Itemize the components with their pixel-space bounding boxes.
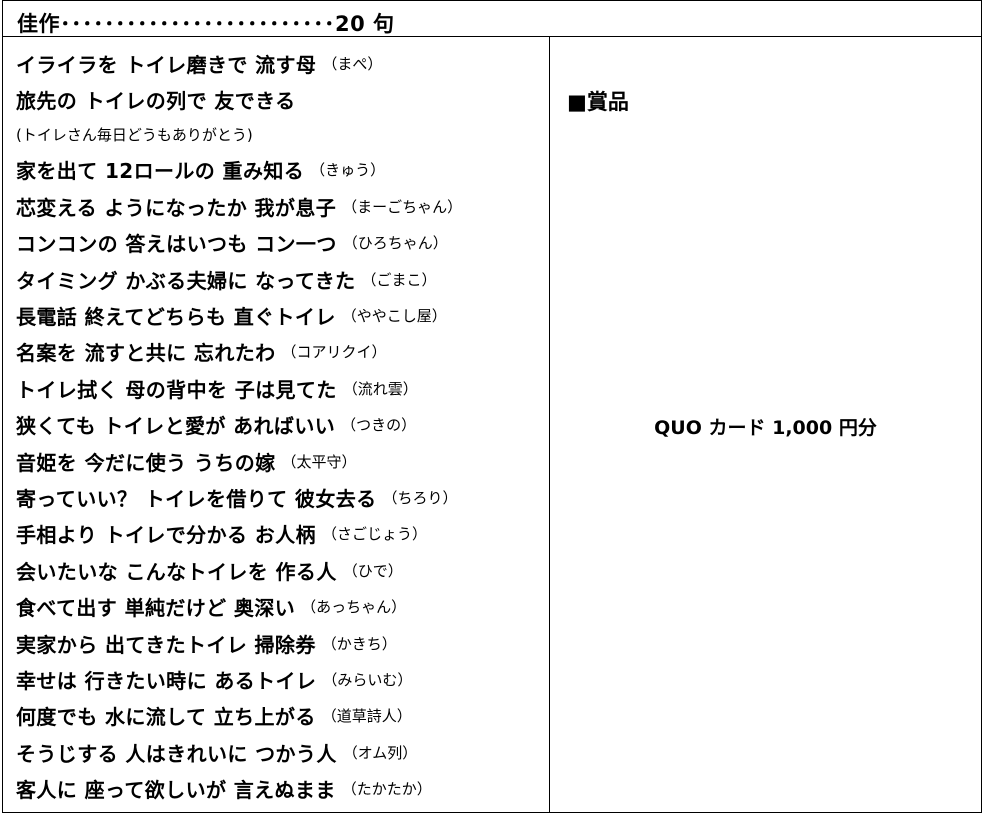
poem-author: （ごまこ） [361, 270, 437, 289]
poem-text: 手相より トイレで分かる お人柄 [16, 523, 316, 548]
poem-entry: 何度でも 水に流して 立ち上がる （道草詩人） [16, 698, 546, 734]
category-title: 佳作･････････････････････････20 句 [17, 12, 395, 36]
poem-entry: イライラを トイレ磨きで 流す母 （まぺ） [16, 45, 546, 81]
poem-entry: 狭くても トイレと愛が あればいい （つきの） [16, 407, 546, 443]
prize-heading: ■賞品 [567, 90, 629, 114]
poem-author: （ややこし屋） [341, 307, 447, 326]
poem-text: 幸せは 行きたい時に あるトイレ [16, 668, 317, 693]
poem-entry: 家を出て 12ロールの 重み知る （きゅう） [16, 152, 546, 188]
poem-entry: 芯変える ようになったか 我が息子 （まーごちゃん） [16, 188, 546, 224]
poem-entry: コンコンの 答えはいつも コン一つ （ひろちゃん） [16, 225, 546, 261]
poem-author: （コアリクイ） [281, 343, 387, 362]
poem-note-text: (トイレさん毎日どうもありがとう) [16, 126, 253, 145]
poem-author: （オム列） [342, 743, 418, 762]
poem-author: （流れ雲） [342, 379, 418, 398]
poem-text: トイレ拭く 母の背中を 子は見てた [16, 377, 337, 402]
header-row: 佳作･････････････････････････20 句 [2, 0, 982, 36]
poem-entry: トイレ拭く 母の背中を 子は見てた （流れ雲） [16, 370, 546, 406]
poem-text: 家を出て 12ロールの 重み知る [16, 159, 305, 184]
poem-entry: 音姫を 今だに使う うちの嫁 （太平守） [16, 443, 546, 479]
poem-entry: 寄っていい？ トイレを借りて 彼女去る （ちろり） [16, 479, 546, 515]
poem-author: （ひで） [342, 561, 403, 580]
poem-text: 寄っていい？ トイレを借りて 彼女去る [16, 486, 377, 511]
poem-text: タイミング かぶる夫婦に なってきた [16, 268, 356, 293]
poem-author: （まーごちゃん） [342, 197, 463, 216]
poem-text: 芯変える ようになったか 我が息子 [16, 195, 337, 220]
poem-note: (トイレさん毎日どうもありがとう) [16, 118, 546, 152]
poem-entry: 長電話 終えてどちらも 直ぐトイレ （ややこし屋） [16, 297, 546, 333]
poem-text: イライラを トイレ磨きで 流す母 [16, 52, 317, 77]
poem-entry: 会いたいな こんなトイレを 作る人 （ひで） [16, 552, 546, 588]
poem-text: 旅先の トイレの列で 友できる [16, 89, 296, 114]
poem-author: （みらいむ） [322, 670, 413, 689]
poem-entry: 食べて出す 単純だけど 奥深い （あっちゃん） [16, 588, 546, 624]
poem-text: 会いたいな こんなトイレを 作る人 [16, 559, 337, 584]
poem-author: （ちろり） [382, 488, 458, 507]
poem-entry: タイミング かぶる夫婦に なってきた （ごまこ） [16, 261, 546, 297]
poem-author: （かきち） [321, 634, 397, 653]
poem-entry: 名案を 流すと共に 忘れたわ （コアリクイ） [16, 334, 546, 370]
poem-entry: 幸せは 行きたい時に あるトイレ （みらいむ） [16, 661, 546, 697]
poem-author: （太平守） [281, 452, 357, 471]
poem-text: 長電話 終えてどちらも 直ぐトイレ [16, 305, 336, 330]
poem-entry: 実家から 出てきたトイレ 掃除券 （かきち） [16, 625, 546, 661]
poem-author: （きゅう） [310, 161, 386, 180]
prize-value: QUO カード 1,000 円分 [654, 417, 877, 439]
poem-author: （つきの） [341, 416, 417, 435]
poem-author: （まぺ） [322, 54, 383, 73]
poem-text: 音姫を 今だに使う うちの嫁 [16, 450, 276, 475]
poem-entry: 手相より トイレで分かる お人柄 （さごじょう） [16, 516, 546, 552]
poem-list: イライラを トイレ磨きで 流す母 （まぺ） 旅先の トイレの列で 友できる (トイ… [16, 45, 546, 807]
poem-entry: そうじする 人はきれいに つかう人 （オム列） [16, 734, 546, 770]
poem-author: （あっちゃん） [301, 598, 407, 617]
poem-entry: 客人に 座って欲しいが 言えぬまま （たかたか） [16, 770, 546, 806]
poem-text: 実家から 出てきたトイレ 掃除券 [16, 632, 316, 657]
poem-text: コンコンの 答えはいつも コン一つ [16, 232, 337, 257]
poem-text: 何度でも 水に流して 立ち上がる [16, 705, 316, 730]
poem-text: 食べて出す 単純だけど 奥深い [16, 596, 296, 621]
poem-author: （たかたか） [341, 780, 432, 799]
poem-entry: 旅先の トイレの列で 友できる [16, 81, 546, 117]
poem-author: （さごじょう） [321, 525, 427, 544]
poem-text: 名案を 流すと共に 忘れたわ [16, 341, 276, 366]
poem-text: そうじする 人はきれいに つかう人 [16, 741, 337, 766]
poem-author: （道草詩人） [321, 707, 412, 726]
poem-author: （ひろちゃん） [342, 234, 448, 253]
poem-text: 客人に 座って欲しいが 言えぬまま [16, 778, 336, 803]
poem-text: 狭くても トイレと愛が あればいい [16, 414, 336, 439]
